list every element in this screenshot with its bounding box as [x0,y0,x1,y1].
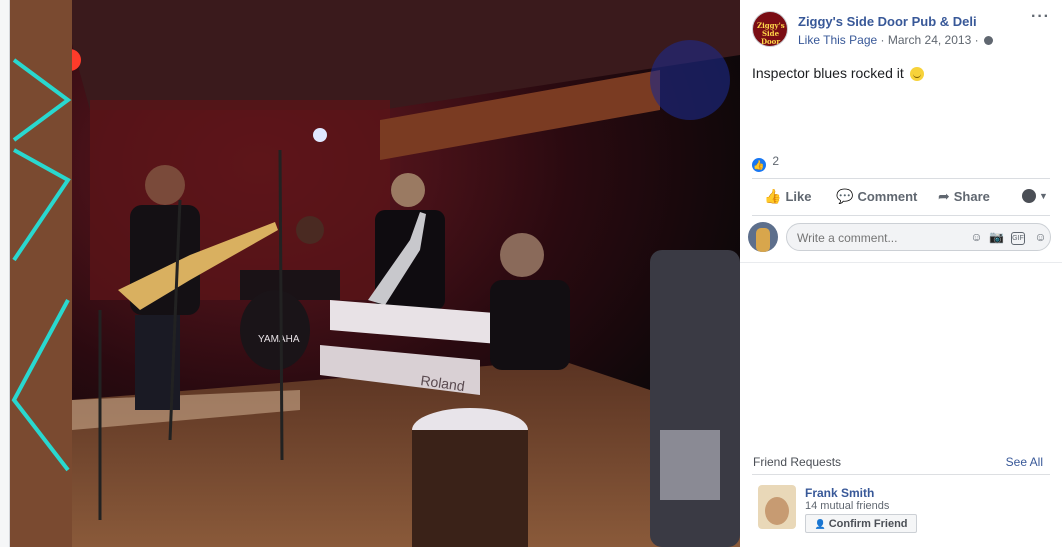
like-reaction-icon: 👍 [752,158,766,172]
comment-composer: ☺ 📷 GIF ☺ [748,222,1054,252]
page-avatar[interactable]: Ziggy's Side Door [752,11,788,47]
confirm-friend-button[interactable]: 👤 Confirm Friend [805,514,917,533]
post-header: Ziggy's Side Door Ziggy's Side Door Pub … [752,11,1052,51]
comment-button[interactable]: 💬 Comment [836,188,917,205]
sticker-icon[interactable]: ☺ [1033,230,1048,245]
see-all-link[interactable]: See All [1006,455,1043,469]
friend-requests-divider [752,474,1050,475]
audience-selector[interactable]: ▼ [1022,189,1050,205]
smile-emoji-icon [909,67,924,81]
user-avatar[interactable] [748,222,778,252]
post-meta: Like This Page · March 24, 2013 · [798,33,993,47]
share-button-label: Share [953,189,990,204]
friend-request-avatar[interactable] [758,485,796,529]
action-bar: 👍 Like 💬 Comment ➦ Share ▼ [752,178,1050,216]
divider [740,262,1062,263]
reaction-count: 2 [772,154,780,168]
comment-box[interactable]: ☺ 📷 GIF ☺ [786,223,1051,251]
meta-separator-2: · [974,33,979,47]
meta-separator: · [880,33,885,47]
post-photo[interactable]: Roland YAMAHA [0,0,740,547]
mutual-friends-count[interactable]: 14 mutual friends [805,500,889,512]
friend-request-name[interactable]: Frank Smith [805,486,874,500]
post-date[interactable]: March 24, 2013 [888,33,971,47]
thumbs-up-icon: 👍 [764,188,782,204]
friend-requests-title: Friend Requests [753,455,842,469]
page-logo-text: Ziggy's Side Door [757,21,785,46]
comment-input[interactable] [795,228,959,248]
share-arrow-icon: ➦ [938,188,950,204]
reaction-summary[interactable]: 👍 2 [752,154,779,172]
like-button-label: Like [785,189,812,204]
share-button[interactable]: ➦ Share [938,188,990,205]
speech-bubble-icon: 💬 [836,188,854,204]
emoji-icon[interactable]: ☺ [969,230,984,245]
profile-avatar-icon [1022,189,1036,203]
page-name-link[interactable]: Ziggy's Side Door Pub & Deli [798,14,977,29]
chevron-down-icon: ▼ [1039,191,1048,201]
background-page-strip [0,0,10,547]
like-page-link[interactable]: Like This Page [798,33,877,47]
like-button[interactable]: 👍 Like [764,188,811,205]
add-friend-icon: 👤 [814,519,826,529]
drum-brand-label: YAMAHA [258,334,300,345]
confirm-friend-label: Confirm Friend [828,518,908,530]
camera-icon[interactable]: 📷 [989,230,1004,245]
band-photo-image: Roland YAMAHA [0,0,740,547]
gif-icon[interactable]: GIF [1011,232,1025,245]
comment-button-label: Comment [857,189,918,204]
more-options-button[interactable]: ··· [1031,9,1050,25]
post-sidebar: Ziggy's Side Door Ziggy's Side Door Pub … [740,0,1062,547]
post-text-content: Inspector blues rocked it [752,65,904,81]
post-text: Inspector blues rocked it [752,65,924,81]
globe-icon [983,36,993,45]
